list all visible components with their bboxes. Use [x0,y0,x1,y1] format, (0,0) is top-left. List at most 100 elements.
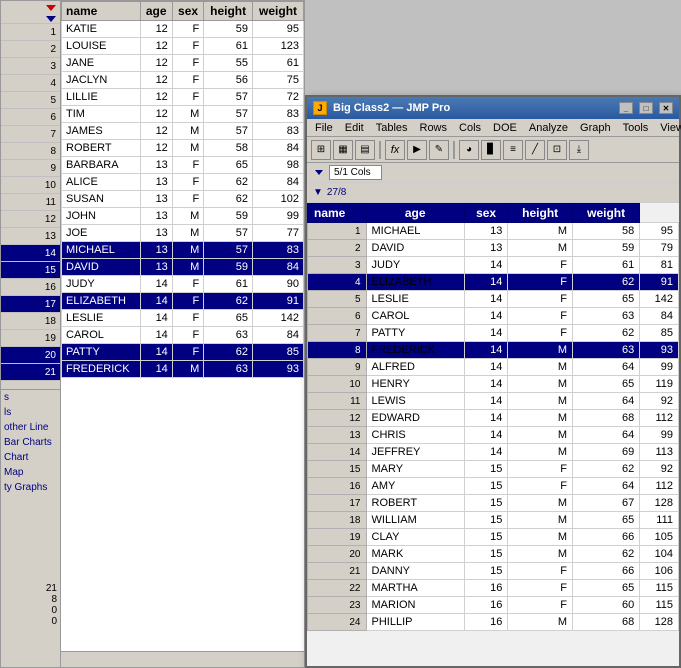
row-number[interactable]: 14 [1,245,60,262]
col-header-name[interactable]: name [62,2,141,21]
menu-tools[interactable]: Tools [617,121,655,135]
menu-graph[interactable]: Graph [574,121,617,135]
table-row[interactable]: BARBARA 13 F 65 98 [62,157,304,174]
menu-file[interactable]: File [309,121,339,135]
table-row[interactable]: 3 JUDY 14 F 61 81 [308,257,679,274]
table-row[interactable]: 16 AMY 15 F 64 112 [308,478,679,495]
toolbar-bar-btn[interactable]: ▊ [481,140,501,160]
row-number[interactable]: 4 [1,75,60,92]
col-header-height[interactable]: height [204,2,253,21]
table-row[interactable]: 11 LEWIS 14 M 64 92 [308,393,679,410]
row-number[interactable]: 5 [1,92,60,109]
minimize-button[interactable]: _ [619,102,633,114]
menu-analyze[interactable]: Analyze [523,121,574,135]
table-row[interactable]: 21 DANNY 15 F 66 106 [308,563,679,580]
jmp-col-header-name[interactable]: name [308,204,367,223]
table-row[interactable]: SUSAN 13 F 62 102 [62,191,304,208]
row-number[interactable]: 2 [1,41,60,58]
table-row[interactable]: 4 ELIZABETH 14 F 62 91 [308,274,679,291]
col-header-sex[interactable]: sex [172,2,203,21]
table-row[interactable]: ALICE 13 F 62 84 [62,174,304,191]
sidebar-item-chart[interactable]: Chart [1,450,60,465]
sidebar-item-s[interactable]: s [1,390,60,405]
table-row[interactable]: JOE 13 M 57 77 [62,225,304,242]
table-row[interactable]: TIM 12 M 57 83 [62,106,304,123]
sidebar-item-map[interactable]: Map [1,465,60,480]
jmp-col-header-weight[interactable]: weight [572,204,639,223]
row-number[interactable]: 6 [1,109,60,126]
row-number[interactable]: 10 [1,177,60,194]
table-row[interactable]: JANE 12 F 55 61 [62,55,304,72]
table-row[interactable]: 19 CLAY 15 M 66 105 [308,529,679,546]
close-button[interactable]: ✕ [659,102,673,114]
row-number[interactable]: 20 [1,347,60,364]
table-row[interactable]: 24 PHILLIP 16 M 68 128 [308,614,679,631]
table-row[interactable]: 14 JEFFREY 14 M 69 113 [308,444,679,461]
row-number[interactable]: 11 [1,194,60,211]
col-header-weight[interactable]: weight [253,2,304,21]
toolbar-export-btn[interactable]: ⤓ [569,140,589,160]
toolbar-table2-btn[interactable]: ▦ [333,140,353,160]
table-row[interactable]: 8 FREDERICK 14 M 63 93 [308,342,679,359]
table-row[interactable]: ROBERT 12 M 58 84 [62,140,304,157]
jmp-col-header-age[interactable]: age [366,204,464,223]
table-row[interactable]: 6 CAROL 14 F 63 84 [308,308,679,325]
table-row[interactable]: 10 HENRY 14 M 65 119 [308,376,679,393]
jmp-data-area[interactable]: name age sex height weight 1 MICHAEL 13 … [307,203,679,666]
table-row[interactable]: 15 MARY 15 F 62 92 [308,461,679,478]
cols-dropdown[interactable]: 5/1 Cols [329,165,382,180]
table-row[interactable]: 18 WILLIAM 15 M 65 111 [308,512,679,529]
toolbar-line-btn[interactable]: ╱ [525,140,545,160]
table-row[interactable]: 7 PATTY 14 F 62 85 [308,325,679,342]
table-row[interactable]: LESLIE 14 F 65 142 [62,310,304,327]
toolbar-pie-btn[interactable]: ◕ [459,140,479,160]
toolbar-table-btn[interactable]: ⊞ [311,140,331,160]
row-number[interactable]: 17 [1,296,60,313]
table-row[interactable]: MICHAEL 13 M 57 83 [62,242,304,259]
table-row[interactable]: KATIE 12 F 59 95 [62,21,304,38]
toolbar-play-btn[interactable]: ▶ [407,140,427,160]
table-row[interactable]: 20 MARK 15 M 62 104 [308,546,679,563]
row-number[interactable]: 13 [1,228,60,245]
toolbar-fx-btn[interactable]: fx [385,140,405,160]
row-number[interactable]: 16 [1,279,60,296]
maximize-button[interactable]: □ [639,102,653,114]
toolbar-box-btn[interactable]: ⊡ [547,140,567,160]
row-number[interactable]: 7 [1,126,60,143]
table-row[interactable]: PATTY 14 F 62 85 [62,344,304,361]
row-number[interactable]: 12 [1,211,60,228]
table-row[interactable]: 2 DAVID 13 M 59 79 [308,240,679,257]
table-row[interactable]: 23 MARION 16 F 60 115 [308,597,679,614]
menu-rows[interactable]: Rows [414,121,454,135]
table-row[interactable]: JOHN 13 M 59 99 [62,208,304,225]
toolbar-script-btn[interactable]: ✎ [429,140,449,160]
menu-view[interactable]: View [654,121,681,135]
table-row[interactable]: CAROL 14 F 63 84 [62,327,304,344]
table-row[interactable]: LILLIE 12 F 57 72 [62,89,304,106]
table-row[interactable]: 13 CHRIS 14 M 64 99 [308,427,679,444]
sidebar-item-bar-charts[interactable]: Bar Charts [1,435,60,450]
sidebar-item-ls[interactable]: ls [1,405,60,420]
table-row[interactable]: JACLYN 12 F 56 75 [62,72,304,89]
jmp-col-header-height[interactable]: height [508,204,573,223]
table-row[interactable]: 1 MICHAEL 13 M 58 95 [308,223,679,240]
row-number[interactable]: 9 [1,160,60,177]
menu-edit[interactable]: Edit [339,121,370,135]
row-number[interactable]: 15 [1,262,60,279]
table-row[interactable]: ELIZABETH 14 F 62 91 [62,293,304,310]
table-row[interactable]: JAMES 12 M 57 83 [62,123,304,140]
sidebar-item-other-line[interactable]: other Line [1,420,60,435]
table-row[interactable]: FREDERICK 14 M 63 93 [62,361,304,378]
sidebar-item-ty-graphs[interactable]: ty Graphs [1,480,60,495]
row-number[interactable]: 19 [1,330,60,347]
jmp-col-header-sex[interactable]: sex [464,204,508,223]
menu-tables[interactable]: Tables [370,121,414,135]
table-row[interactable]: 17 ROBERT 15 M 67 128 [308,495,679,512]
menu-doe[interactable]: DOE [487,121,523,135]
toolbar-stack-btn[interactable]: ≡ [503,140,523,160]
table-row[interactable]: DAVID 13 M 59 84 [62,259,304,276]
table-row[interactable]: LOUISE 12 F 61 123 [62,38,304,55]
toolbar-grid-btn[interactable]: ▤ [355,140,375,160]
row-number[interactable]: 18 [1,313,60,330]
row-number[interactable]: 3 [1,58,60,75]
